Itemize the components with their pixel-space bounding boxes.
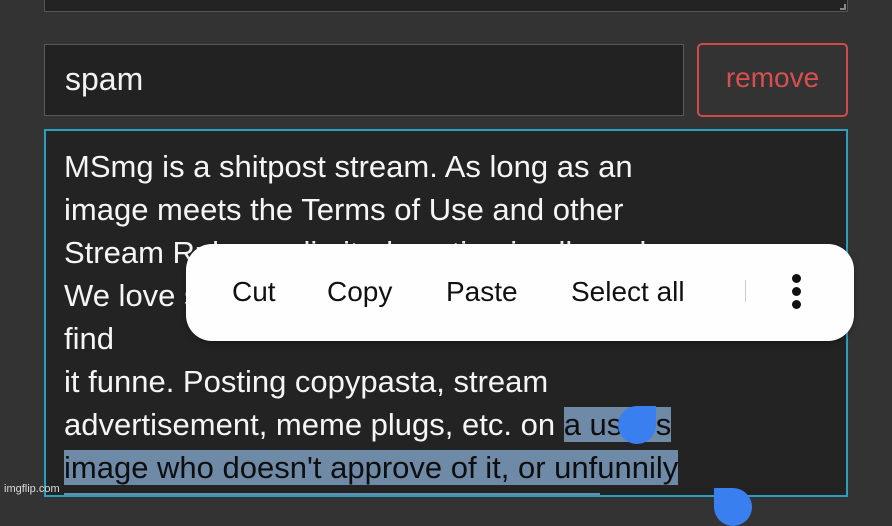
selection-start-handle[interactable] xyxy=(618,406,656,444)
watermark: imgflip.com xyxy=(4,483,60,495)
previous-textarea[interactable] xyxy=(44,0,848,12)
text-context-menu: Cut Copy Paste Select all xyxy=(186,244,854,341)
tag-input[interactable]: spam xyxy=(44,44,684,116)
remove-button[interactable]: remove xyxy=(697,43,848,117)
menu-item-select-all[interactable]: Select all xyxy=(571,276,685,308)
menu-item-cut[interactable]: Cut xyxy=(232,276,276,308)
resize-handle[interactable] xyxy=(840,4,846,10)
selection-end-handle[interactable] xyxy=(714,488,752,526)
trailing-text: . xyxy=(600,493,609,495)
menu-divider xyxy=(745,280,746,302)
menu-item-paste[interactable]: Paste xyxy=(446,276,518,308)
menu-item-copy[interactable]: Copy xyxy=(327,276,392,308)
more-vertical-icon[interactable] xyxy=(789,274,803,314)
